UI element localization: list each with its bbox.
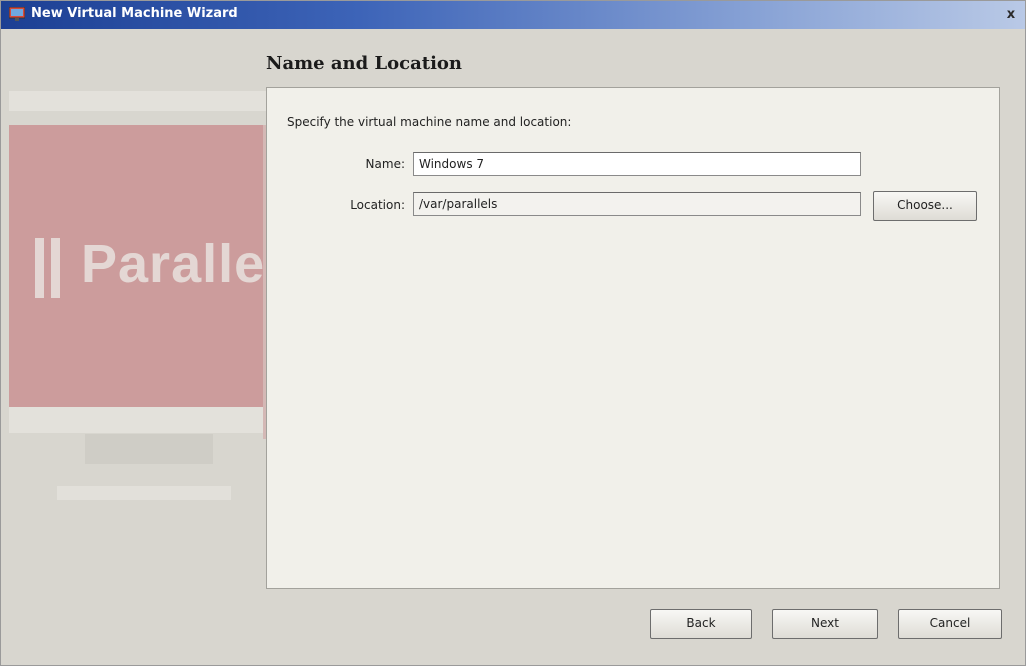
close-icon[interactable]: x (1003, 7, 1019, 23)
name-input[interactable]: Windows 7 (413, 152, 861, 176)
monitor-stand-base (57, 486, 231, 500)
name-label: Name: (365, 157, 405, 171)
logo-bar-right (51, 238, 60, 298)
logo-bar-left (35, 238, 44, 298)
instructions-text: Specify the virtual machine name and loc… (287, 115, 572, 129)
next-button[interactable]: Next (772, 609, 878, 639)
location-input[interactable]: /var/parallels (413, 192, 861, 216)
back-button[interactable]: Back (650, 609, 752, 639)
cancel-button[interactable]: Cancel (898, 609, 1002, 639)
app-icon (9, 7, 25, 21)
logo-text-main: Paralle (81, 234, 266, 294)
content-panel: Specify the virtual machine name and loc… (266, 87, 1000, 589)
monitor-bezel-bottom (9, 407, 263, 433)
wizard-window: New Virtual Machine Wizard x Parallels N… (0, 0, 1026, 666)
location-label: Location: (350, 198, 405, 212)
choose-button[interactable]: Choose... (873, 191, 977, 221)
window-title: New Virtual Machine Wizard (31, 6, 238, 21)
page-heading: Name and Location (266, 53, 463, 74)
title-bar[interactable]: New Virtual Machine Wizard x (1, 1, 1025, 29)
monitor-stand-neck (85, 434, 213, 464)
